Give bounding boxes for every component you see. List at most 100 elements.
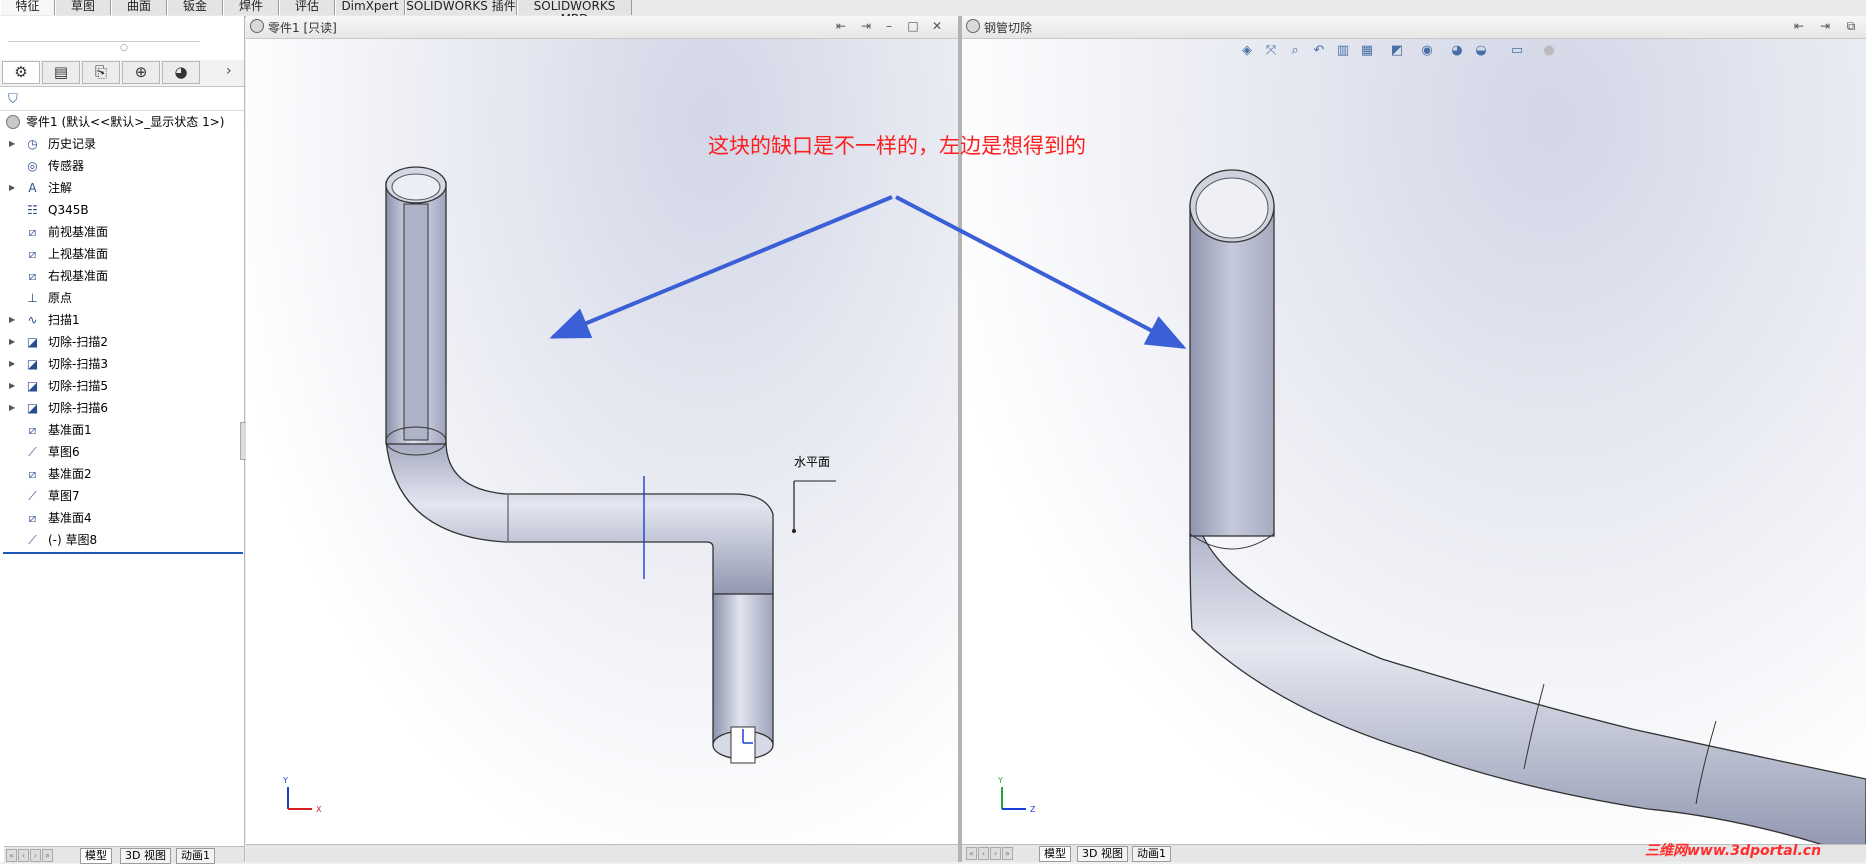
sketch-icon: ⟋ xyxy=(28,489,37,503)
expand-arrow-icon[interactable]: ▶ xyxy=(9,398,15,418)
left-window-titlebar: 零件1 [只读] ⇤ ⇥ – □ ✕ xyxy=(246,16,958,39)
tree-item-label: 历史记录 xyxy=(48,137,97,151)
tile-right-icon[interactable]: ⇥ xyxy=(859,19,873,33)
tree-item[interactable]: ▶ A 注解 xyxy=(0,178,244,198)
property-manager-tab-icon[interactable]: ▤ xyxy=(42,61,80,84)
tree-item[interactable]: ▶ ◪ 切除-扫描3 xyxy=(0,354,244,374)
tab-surfaces[interactable]: 曲面 xyxy=(111,0,167,15)
axis-y-label: Y xyxy=(998,776,1003,785)
tree-item[interactable]: ⟋ 草图6 xyxy=(0,442,244,462)
tab-sketch[interactable]: 草图 xyxy=(55,0,111,15)
tree-item[interactable]: ▶ ◪ 切除-扫描5 xyxy=(0,376,244,396)
next-tab-icon[interactable]: › xyxy=(990,847,1001,860)
part-icon xyxy=(6,115,20,129)
sensor-icon: ◎ xyxy=(27,159,38,173)
tab-features[interactable]: 特征 xyxy=(0,0,55,15)
tab-evaluate[interactable]: 评估 xyxy=(279,0,335,15)
origin-icon: ⊥ xyxy=(27,291,38,305)
tree-item[interactable]: ▶ ◪ 切除-扫描2 xyxy=(0,332,244,352)
part-icon xyxy=(250,19,264,33)
plane-icon: ⧄ xyxy=(28,423,37,437)
tree-item[interactable]: ⧄ 右视基准面 xyxy=(0,266,244,286)
tree-item-label: 注解 xyxy=(48,181,73,195)
tree-root-label: 零件1 (默认<<默认>_显示状态 1>) xyxy=(26,115,225,129)
plane-icon: ⧄ xyxy=(28,269,37,283)
tree-item-label: (-) 草图8 xyxy=(48,533,98,547)
last-tab-icon[interactable]: » xyxy=(1002,847,1013,860)
tree-item[interactable]: ⧄ 前视基准面 xyxy=(0,222,244,242)
prev-tab-icon[interactable]: ‹ xyxy=(18,849,29,862)
tab-sheet-metal[interactable]: 钣金 xyxy=(167,0,223,15)
tab-3d-view[interactable]: 3D 视图 xyxy=(120,848,171,864)
tree-item[interactable]: ⧄ 基准面2 xyxy=(0,464,244,484)
tree-item[interactable]: ⟋ (-) 草图8 xyxy=(0,530,244,550)
tree-item[interactable]: ⧄ 基准面1 xyxy=(0,420,244,440)
feature-tree-tab-icon[interactable]: ⚙ xyxy=(2,61,40,84)
tree-item-label: 传感器 xyxy=(48,159,85,173)
axis-y-label: Y xyxy=(283,776,288,785)
next-tab-icon[interactable]: › xyxy=(30,849,41,862)
filter-bar: ⛉ xyxy=(0,88,244,111)
tab-3d-view[interactable]: 3D 视图 xyxy=(1077,846,1128,862)
tab-weldments[interactable]: 焊件 xyxy=(223,0,279,15)
tree-item-label: 草图7 xyxy=(48,489,80,503)
last-tab-icon[interactable]: » xyxy=(42,849,53,862)
axis-x-label: X xyxy=(316,805,322,814)
tree-item[interactable]: ⊥ 原点 xyxy=(0,288,244,308)
expand-arrow-icon[interactable]: ▶ xyxy=(9,376,15,396)
tree-item-label: 前视基准面 xyxy=(48,225,109,239)
expand-arrow-icon[interactable]: ▶ xyxy=(9,134,15,154)
tile-right-icon[interactable]: ⇥ xyxy=(1818,19,1832,33)
minimize-button[interactable]: – xyxy=(882,19,896,33)
tree-item[interactable]: ⧄ 上视基准面 xyxy=(0,244,244,264)
close-button[interactable]: ✕ xyxy=(930,19,944,33)
rollback-bar[interactable] xyxy=(3,552,243,554)
tree-item[interactable]: ▶ ∿ 扫描1 xyxy=(0,310,244,330)
right-window-title: 钢管切除 xyxy=(984,21,1033,35)
configuration-manager-tab-icon[interactable]: ⎘ xyxy=(82,61,120,84)
tree-item-label: 草图6 xyxy=(48,445,80,459)
chevron-right-icon[interactable]: › xyxy=(226,63,232,79)
panel-grip-icon[interactable]: ○ xyxy=(120,43,128,53)
display-manager-tab-icon[interactable]: ◕ xyxy=(162,61,200,84)
tab-solidworks-addins[interactable]: SOLIDWORKS 插件 xyxy=(405,0,517,15)
dimxpert-manager-tab-icon[interactable]: ⊕ xyxy=(122,61,160,84)
plane-icon: ⧄ xyxy=(28,247,37,261)
tile-left-icon[interactable]: ⇤ xyxy=(1792,19,1806,33)
tab-model[interactable]: 模型 xyxy=(80,848,112,864)
expand-arrow-icon[interactable]: ▶ xyxy=(9,332,15,352)
tree-item[interactable]: ◎ 传感器 xyxy=(0,156,244,176)
expand-arrow-icon[interactable]: ▶ xyxy=(9,354,15,374)
tab-animation[interactable]: 动画1 xyxy=(176,848,215,864)
tree-item[interactable]: ▶ ◷ 历史记录 xyxy=(0,134,244,154)
filter-icon[interactable]: ⛉ xyxy=(8,92,18,107)
left-window-title: 零件1 [只读] xyxy=(268,21,337,35)
prev-tab-icon[interactable]: ‹ xyxy=(978,847,989,860)
right-pipe-model xyxy=(1001,169,1866,845)
tree-item-label: 原点 xyxy=(48,291,73,305)
tree-item[interactable]: ⟋ 草图7 xyxy=(0,486,244,506)
dimension-label[interactable]: 水平面 xyxy=(794,453,830,470)
sketch-icon: ⟋ xyxy=(28,445,37,459)
tab-model[interactable]: 模型 xyxy=(1039,846,1071,862)
plane-icon: ⧄ xyxy=(28,225,37,239)
tree-root-part[interactable]: 零件1 (默认<<默认>_显示状态 1>) xyxy=(0,112,244,132)
tree-item-label: 切除-扫描5 xyxy=(48,379,108,393)
tile-left-icon[interactable]: ⇤ xyxy=(834,19,848,33)
tab-animation[interactable]: 动画1 xyxy=(1132,846,1171,862)
maximize-button[interactable]: □ xyxy=(906,19,920,33)
expand-arrow-icon[interactable]: ▶ xyxy=(9,310,15,330)
right-graphics-area[interactable]: ◈ ⤧ ⌕ ↶ ▥ ▦ ◩ ◉ ◕ ◒ ▭ ● Y Z xyxy=(962,39,1866,845)
command-manager-tabs: 特征 草图 曲面 钣金 焊件 评估 DimXpert SOLIDWORKS 插件… xyxy=(0,0,1866,26)
tree-item[interactable]: ▶ ◪ 切除-扫描6 xyxy=(0,398,244,418)
tree-item[interactable]: ☷ Q345B xyxy=(0,200,244,220)
cut-sweep-icon: ◪ xyxy=(26,401,39,415)
tab-solidworks-mbd[interactable]: SOLIDWORKS MBD xyxy=(517,0,632,26)
restore-icon[interactable]: ⧉ xyxy=(1844,19,1858,33)
first-tab-icon[interactable]: « xyxy=(6,849,17,862)
tab-dimxpert[interactable]: DimXpert xyxy=(335,0,405,15)
first-tab-icon[interactable]: « xyxy=(966,847,977,860)
right-model-window: 钢管切除 ⇤ ⇥ ⧉ ◈ ⤧ ⌕ ↶ ▥ ▦ ◩ ◉ ◕ ◒ ▭ ● Y Z «… xyxy=(962,16,1866,862)
expand-arrow-icon[interactable]: ▶ xyxy=(9,178,15,198)
tree-item[interactable]: ⧄ 基准面4 xyxy=(0,508,244,528)
